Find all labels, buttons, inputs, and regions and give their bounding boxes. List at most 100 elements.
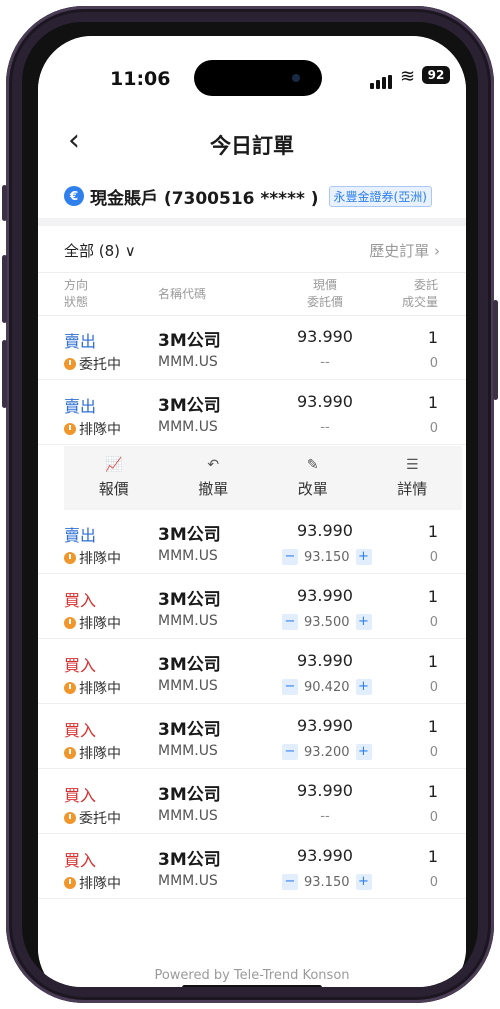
col-current-price: 現價 — [312, 278, 337, 292]
powered-by-footer: Powered by Tele-Trend Konson — [154, 968, 350, 983]
decrease-price-button[interactable]: − — [282, 679, 298, 695]
stock-name: 3M公司 — [158, 331, 221, 351]
clock-icon — [64, 423, 76, 435]
order-row[interactable]: 賣出 排隊中 3M公司 MMM.US 93.990 -- 1 0 — [38, 381, 466, 445]
order-quantity: 1 — [427, 652, 438, 671]
modify-order-label: 改單 — [297, 480, 328, 498]
order-status-label: 排隊中 — [79, 746, 121, 762]
order-status-label: 排隊中 — [79, 681, 121, 697]
clock-icon — [64, 552, 76, 564]
increase-price-button[interactable]: + — [355, 744, 372, 760]
edit-icon: ✎ — [306, 457, 319, 473]
order-row[interactable]: 買入 委托中 3M公司 MMM.US 93.990 -- 1 0 — [38, 770, 466, 834]
order-price: -- — [320, 355, 330, 370]
clock-icon — [64, 358, 76, 370]
stock-code: MMM.US — [158, 743, 218, 759]
order-direction: 賣出 — [64, 332, 97, 351]
order-price: 93.500 — [304, 614, 350, 630]
filled-quantity: 0 — [429, 615, 438, 630]
order-direction: 買入 — [64, 851, 97, 870]
decrease-price-button[interactable]: − — [282, 744, 298, 760]
account-selector[interactable]: € 現金賬戶 (7300516 ***** ) 永豐金證券(亞洲) — [64, 182, 432, 210]
decrease-price-button[interactable]: − — [282, 874, 298, 890]
clock-icon — [64, 617, 76, 629]
order-filter-dropdown[interactable]: 全部 (8) ∨ — [64, 240, 136, 261]
home-indicator[interactable] — [182, 985, 322, 987]
order-price: 90.420 — [304, 679, 350, 695]
order-price-stepper[interactable]: − 93.200 + — [282, 743, 372, 761]
section-divider — [38, 218, 466, 226]
stock-code: MMM.US — [158, 873, 218, 889]
clock-icon — [64, 747, 76, 759]
clock-icon — [64, 812, 76, 824]
stock-code: MMM.US — [158, 419, 218, 435]
side-button — [2, 185, 7, 221]
order-direction: 買入 — [64, 721, 97, 740]
decrease-price-button[interactable]: − — [282, 549, 298, 565]
stock-name: 3M公司 — [158, 720, 221, 740]
order-price-stepper[interactable]: − 93.500 + — [282, 613, 372, 631]
order-row[interactable]: 賣出 委托中 3M公司 MMM.US 93.990 -- 1 0 — [38, 316, 466, 380]
increase-price-button[interactable]: + — [355, 679, 372, 695]
decrease-price-button[interactable]: − — [282, 614, 298, 630]
current-price: 93.990 — [297, 327, 353, 346]
dynamic-island — [194, 60, 322, 96]
modify-order-button[interactable]: ✎ 改單 — [263, 446, 363, 510]
status-bar: 11:06 ≋ 92 — [38, 36, 466, 112]
filled-quantity: 0 — [429, 421, 438, 436]
order-direction: 買入 — [64, 656, 97, 675]
order-row[interactable]: 買入 排隊中 3M公司 MMM.US 93.990 − 93.200 + 1 0 — [38, 705, 466, 769]
order-status: 委托中 — [64, 808, 121, 828]
order-price-stepper[interactable]: − 93.150 + — [282, 873, 372, 891]
order-price-stepper[interactable]: − 90.420 + — [282, 678, 372, 696]
order-row[interactable]: 買入 排隊中 3M公司 MMM.US 93.990 − 93.500 + 1 0 — [38, 575, 466, 639]
current-price: 93.990 — [297, 781, 353, 800]
undo-icon: ↶ — [207, 457, 220, 473]
details-label: 詳情 — [397, 480, 428, 498]
cash-account-icon: € — [64, 186, 84, 206]
increase-price-button[interactable]: + — [355, 614, 372, 630]
order-row[interactable]: 買入 排隊中 3M公司 MMM.US 93.990 − 90.420 + 1 0 — [38, 640, 466, 704]
order-status: 排隊中 — [64, 873, 121, 893]
current-price: 93.990 — [297, 846, 353, 865]
order-status: 委托中 — [64, 354, 121, 374]
cancel-order-button[interactable]: ↶ 撤單 — [164, 446, 264, 510]
order-status-label: 委托中 — [79, 357, 121, 373]
stock-code: MMM.US — [158, 548, 218, 564]
order-status: 排隊中 — [64, 419, 121, 439]
status-time: 11:06 — [110, 68, 171, 90]
order-direction: 賣出 — [64, 397, 97, 416]
order-price: 93.200 — [304, 744, 350, 760]
col-order-price: 委託價 — [306, 295, 343, 309]
details-button[interactable]: ☰ 詳情 — [363, 446, 463, 510]
column-header: 方向 狀態 名稱代碼 現價 委託價 委託 成交量 — [38, 272, 466, 316]
current-price: 93.990 — [297, 586, 353, 605]
col-name-code: 名稱代碼 — [158, 287, 207, 301]
order-row[interactable]: 賣出 排隊中 3M公司 MMM.US 93.990 − 93.150 + 1 0 — [38, 510, 466, 574]
current-price: 93.990 — [297, 521, 353, 540]
increase-price-button[interactable]: + — [355, 874, 372, 890]
page-title: 今日訂單 — [210, 134, 294, 158]
screen: 11:06 ≋ 92 ‹ 今日訂單 € 現金賬戶 (7300516 ***** … — [38, 36, 466, 987]
increase-price-button[interactable]: + — [355, 549, 372, 565]
order-direction: 賣出 — [64, 526, 97, 545]
order-row[interactable]: 買入 排隊中 3M公司 MMM.US 93.990 − 93.150 + 1 0 — [38, 835, 466, 899]
history-orders-link[interactable]: 歷史訂單 › — [369, 240, 440, 261]
col-direction: 方向 — [64, 278, 89, 292]
filter-row: 全部 (8) ∨ 歷史訂單 › — [38, 232, 466, 266]
stock-name: 3M公司 — [158, 525, 221, 545]
order-direction: 買入 — [64, 786, 97, 805]
stock-name: 3M公司 — [158, 590, 221, 610]
clock-icon — [64, 877, 76, 889]
order-status: 排隊中 — [64, 743, 121, 763]
details-icon: ☰ — [405, 457, 419, 473]
cancel-order-label: 撤單 — [198, 480, 229, 498]
order-status-label: 排隊中 — [79, 551, 121, 567]
stock-code: MMM.US — [158, 808, 218, 824]
order-quantity: 1 — [427, 717, 438, 736]
order-quantity: 1 — [427, 328, 438, 347]
current-price: 93.990 — [297, 716, 353, 735]
signal-icon — [370, 70, 394, 89]
quote-button[interactable]: 📈 報價 — [64, 446, 164, 510]
order-price-stepper[interactable]: − 93.150 + — [282, 548, 372, 566]
